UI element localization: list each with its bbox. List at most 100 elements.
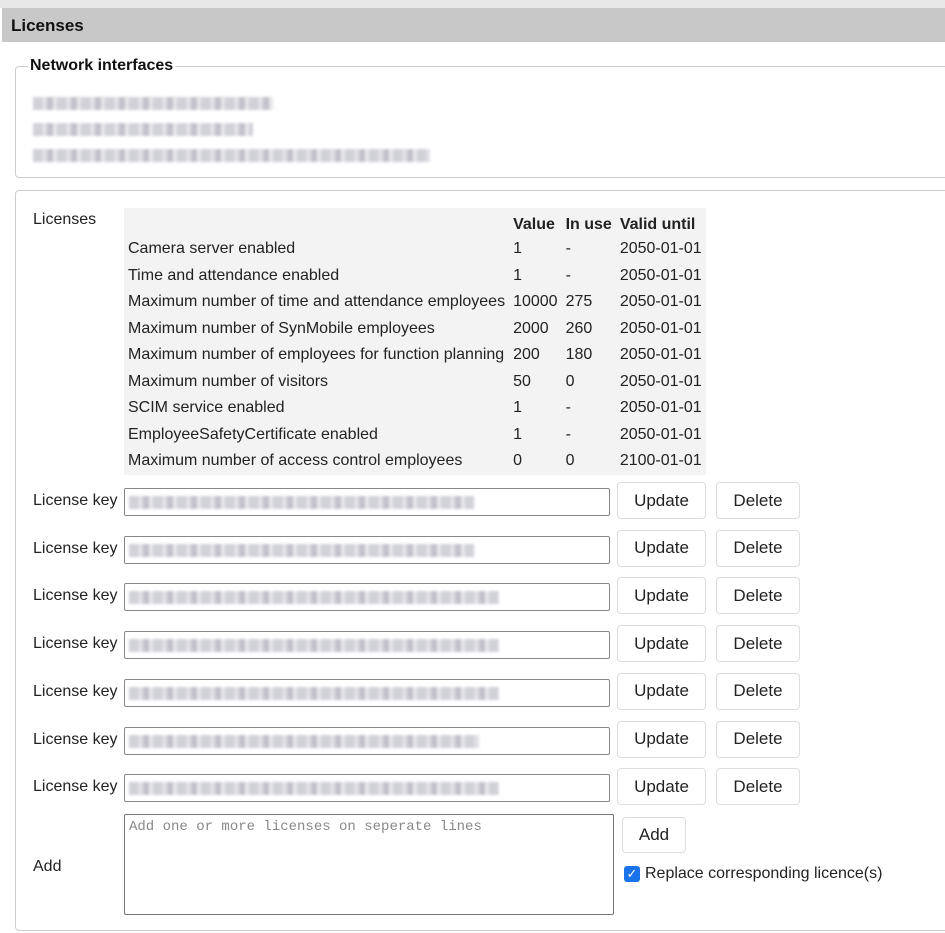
table-cell: Camera server enabled: [128, 240, 296, 258]
license-key-input[interactable]: [124, 583, 610, 612]
redacted-interface: [33, 149, 430, 162]
table-cell: SCIM service enabled: [128, 399, 285, 417]
update-button[interactable]: Update: [617, 672, 706, 710]
delete-button[interactable]: Delete: [716, 577, 800, 615]
license-key-input[interactable]: [124, 678, 610, 707]
column-header: [124, 208, 509, 236]
table-cell: -: [565, 266, 571, 284]
license-key-label: License key: [33, 587, 118, 605]
table-cell: -: [565, 399, 571, 417]
redacted-interface: [33, 97, 273, 110]
redacted-key: [129, 591, 499, 605]
table-cell: EmployeeSafetyCertificate enabled: [128, 425, 378, 443]
replace-label: Replace corresponding licence(s): [645, 865, 883, 882]
redacted-key: [129, 782, 499, 796]
table-cell: Maximum number of time and attendance em…: [128, 293, 506, 311]
update-button[interactable]: Update: [617, 482, 706, 519]
top-strip: [0, 0, 945, 8]
delete-button[interactable]: Delete: [716, 672, 800, 710]
redacted-key: [129, 686, 499, 700]
license-key-row: License key Update Delete: [0, 529, 945, 568]
add-licenses-textarea[interactable]: [124, 814, 614, 915]
license-key-row: License key Update Delete: [0, 720, 945, 759]
license-key-row: License key Update Delete: [0, 672, 945, 711]
redacted-interface: [33, 123, 253, 136]
table-cell: 2050-01-01: [619, 240, 702, 258]
delete-button[interactable]: Delete: [716, 529, 800, 567]
column-header: Value: [513, 216, 555, 233]
table-cell: -: [565, 240, 571, 258]
table-cell: 260: [565, 319, 593, 337]
table-cell: -: [565, 425, 571, 443]
delete-button[interactable]: Delete: [716, 625, 800, 663]
update-button[interactable]: Update: [617, 577, 706, 615]
table-cell: 200: [513, 346, 540, 364]
table-row: SCIM service enabled 1 - 2050-01-01: [124, 395, 706, 422]
table-row: Maximum number of time and attendance em…: [124, 289, 706, 316]
license-key-label: License key: [33, 492, 118, 509]
license-key-row: License key Update Delete: [0, 482, 945, 520]
table-cell: 50: [513, 372, 531, 390]
license-key-label: License key: [33, 730, 118, 748]
table-cell: 180: [565, 346, 593, 364]
table-cell: Maximum number of employees for function…: [128, 346, 505, 364]
license-key-input[interactable]: [124, 631, 610, 660]
table-cell: 0: [565, 372, 575, 390]
update-button[interactable]: Update: [617, 625, 706, 663]
table-cell: 1: [513, 240, 522, 258]
table-cell: 0: [565, 452, 575, 470]
table-cell: 2050-01-01: [619, 319, 702, 337]
add-label: Add: [33, 858, 62, 875]
page-title: Licenses: [2, 8, 945, 42]
update-button[interactable]: Update: [617, 768, 706, 806]
table-cell: 2050-01-01: [619, 372, 702, 390]
table-cell: 2050-01-01: [619, 399, 702, 417]
table-row: Maximum number of SynMobile employees 200…: [124, 316, 706, 343]
table-cell: 10000: [513, 293, 558, 311]
license-key-row: License key Update Delete: [0, 768, 945, 806]
license-key-input[interactable]: [124, 774, 610, 803]
update-button[interactable]: Update: [617, 720, 706, 758]
license-key-row: License key Update Delete: [0, 625, 945, 663]
license-key-label: License key: [33, 635, 118, 653]
table-row: Camera server enabled 1 - 2050-01-01: [124, 236, 706, 263]
table-cell: 2000: [513, 319, 549, 337]
delete-button[interactable]: Delete: [716, 482, 800, 519]
column-header: In use: [565, 216, 612, 233]
table-cell: 2050-01-01: [619, 346, 702, 364]
table-cell: Maximum number of SynMobile employees: [128, 319, 435, 337]
table-row: Maximum number of access control employe…: [124, 448, 706, 475]
table-row: Time and attendance enabled 1 - 2050-01-01: [124, 263, 706, 290]
license-key-label: License key: [33, 682, 118, 700]
table-cell: Maximum number of access control employe…: [128, 452, 463, 470]
redacted-key: [129, 543, 474, 557]
license-key-input[interactable]: [124, 535, 610, 564]
add-button[interactable]: Add: [622, 817, 686, 853]
licenses-table: Value In use Valid until Camera server ena…: [124, 208, 706, 475]
license-key-input[interactable]: [124, 488, 610, 516]
redacted-key: [129, 496, 474, 509]
redacted-key: [129, 639, 499, 653]
table-cell: 0: [513, 452, 522, 470]
table-cell: Time and attendance enabled: [128, 266, 340, 284]
license-key-row: License key Update Delete: [0, 577, 945, 615]
table-cell: 2050-01-01: [619, 266, 702, 284]
delete-button[interactable]: Delete: [716, 768, 800, 806]
update-button[interactable]: Update: [617, 529, 706, 567]
table-cell: 1: [513, 266, 522, 284]
table-row: Maximum number of visitors 50 0 2050-01-01: [124, 369, 706, 396]
delete-button[interactable]: Delete: [716, 720, 800, 758]
replace-checkbox[interactable]: ✓: [624, 866, 640, 882]
table-cell: 2050-01-01: [619, 293, 702, 311]
table-row: EmployeeSafetyCertificate enabled 1 - 2050-…: [124, 422, 706, 449]
table-cell: 1: [513, 425, 522, 443]
table-cell: Maximum number of visitors: [128, 372, 329, 390]
network-interfaces-legend: Network interfaces: [30, 57, 174, 74]
license-key-label: License key: [33, 778, 118, 796]
redacted-key: [129, 734, 479, 748]
column-header: Valid until: [619, 216, 696, 233]
table-row: Maximum number of employees for function…: [124, 342, 706, 369]
license-key-input[interactable]: [124, 726, 610, 755]
licenses-label: Licenses: [33, 211, 97, 228]
table-cell: 275: [565, 293, 593, 311]
